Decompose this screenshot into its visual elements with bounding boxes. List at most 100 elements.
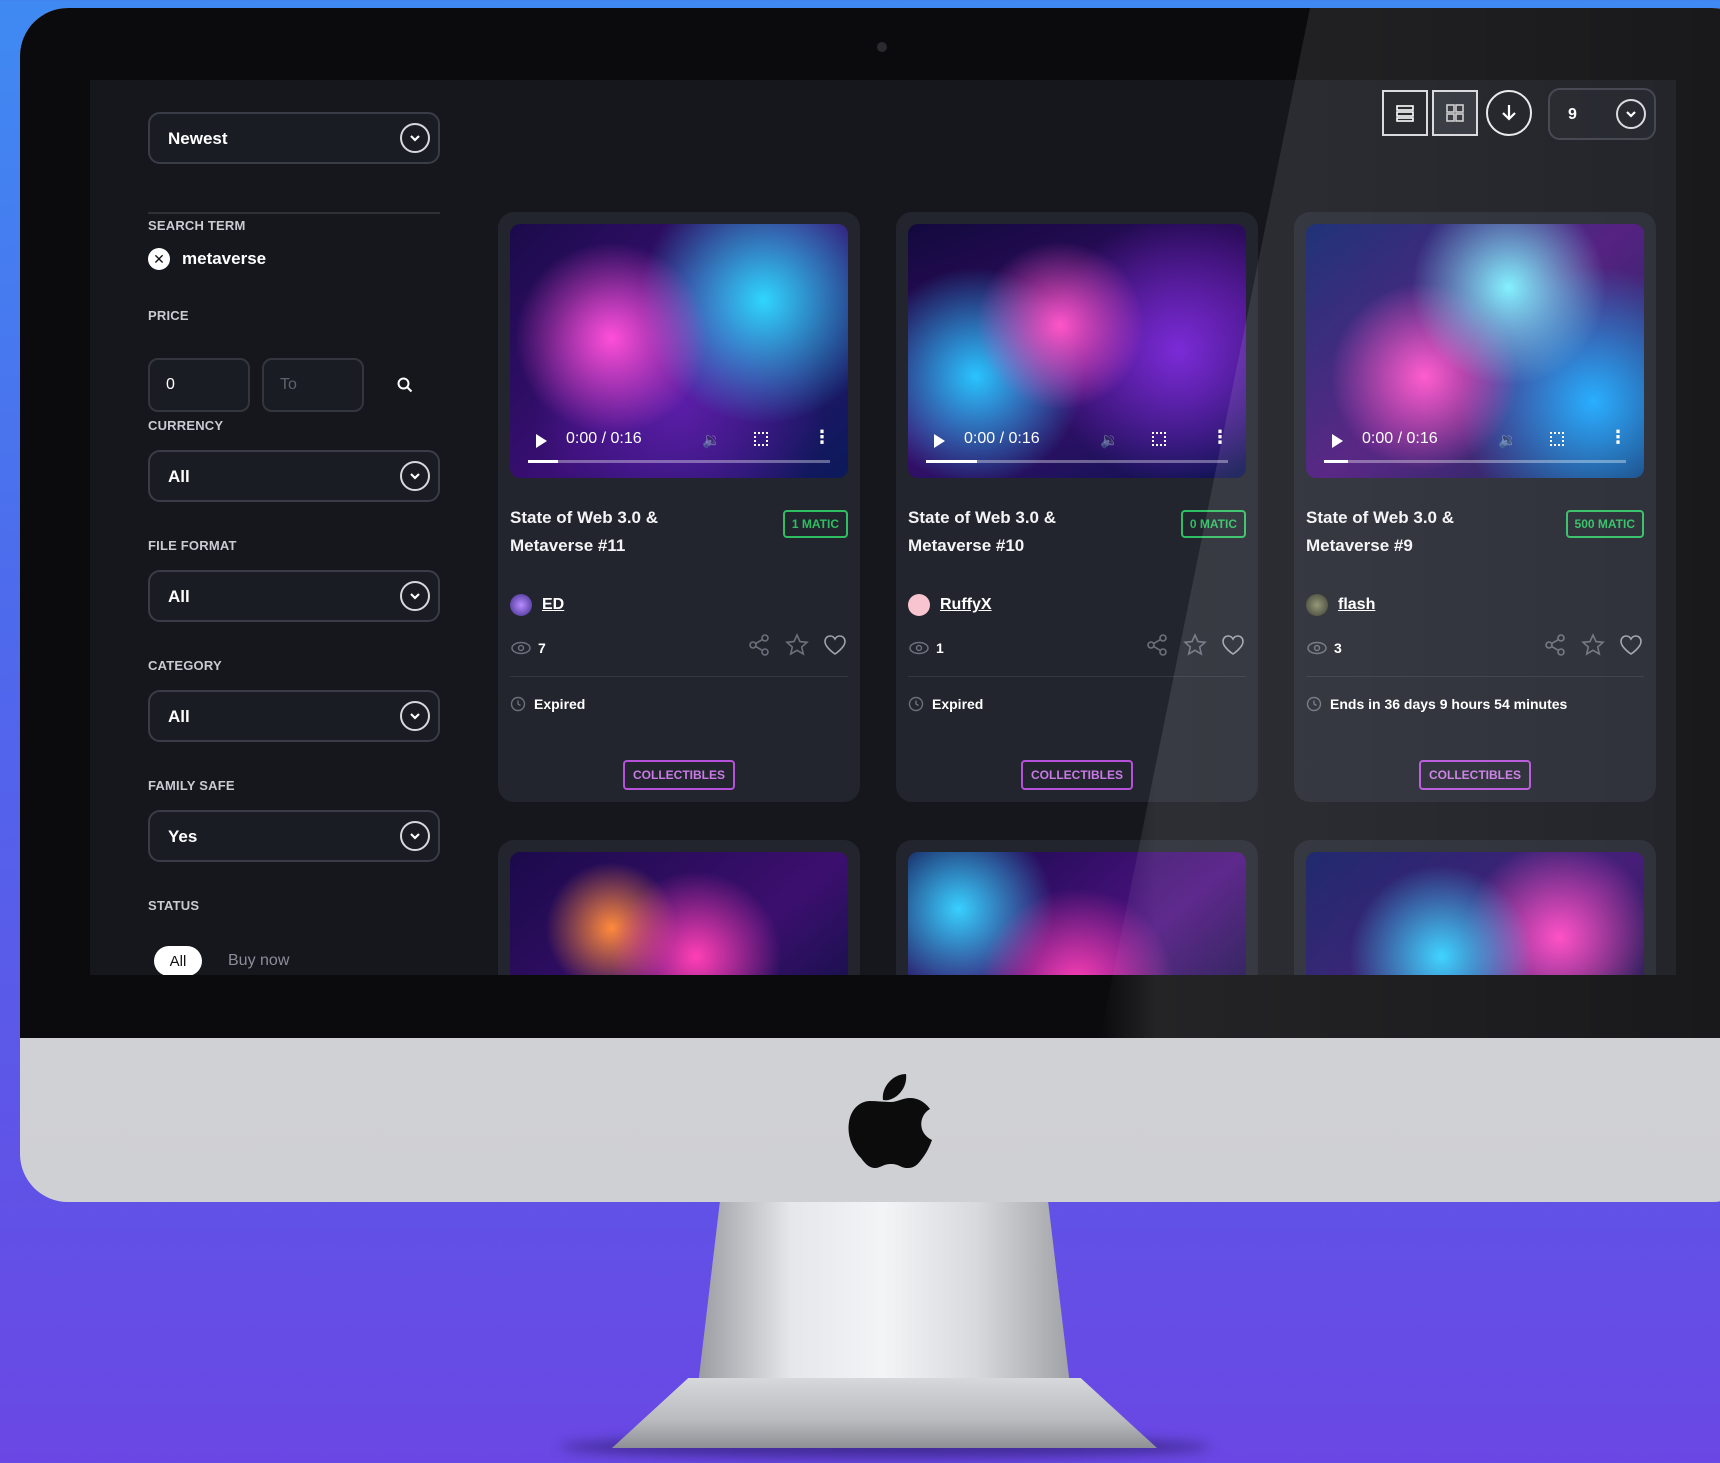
play-icon[interactable]	[934, 434, 945, 448]
fullscreen-icon[interactable]	[1152, 432, 1166, 446]
views-value: 7	[538, 640, 546, 656]
creator-name[interactable]: RuffyX	[940, 596, 992, 614]
video-progress[interactable]	[926, 460, 1228, 463]
avatar	[1306, 594, 1328, 616]
nft-card[interactable]	[896, 840, 1258, 975]
category-tag[interactable]: COLLECTIBLES	[1021, 760, 1133, 790]
volume-icon[interactable]: 🔉	[702, 431, 721, 449]
card-title[interactable]: State of Web 3.0 & Metaverse #11	[510, 504, 740, 560]
more-options-icon[interactable]: ⋮	[1609, 427, 1627, 448]
more-options-icon[interactable]: ⋮	[1211, 427, 1229, 448]
monitor-stand-base	[612, 1378, 1157, 1448]
video-thumbnail[interactable]: 0:00 / 0:16 🔉 ⋮	[1306, 224, 1644, 478]
video-controls: 0:00 / 0:16 🔉 ⋮	[510, 418, 848, 478]
apple-logo-icon	[848, 1074, 932, 1168]
nft-card[interactable]: 0:00 / 0:16 🔉 ⋮ State of Web 3.0 & Metav…	[1294, 212, 1656, 802]
divider	[510, 676, 848, 677]
price-from-input[interactable]: 0	[148, 358, 250, 412]
creator-name[interactable]: ED	[542, 596, 564, 614]
video-thumbnail[interactable]	[908, 852, 1246, 975]
card-title[interactable]: State of Web 3.0 & Metaverse #10	[908, 504, 1138, 560]
sort-select[interactable]: Newest	[148, 112, 440, 164]
video-thumbnail[interactable]	[510, 852, 848, 975]
star-icon[interactable]	[784, 632, 810, 658]
price-to-input[interactable]: To	[262, 358, 364, 412]
video-controls: 0:00 / 0:16 🔉 ⋮	[1306, 418, 1644, 478]
video-thumbnail[interactable]: 0:00 / 0:16 🔉 ⋮	[908, 224, 1246, 478]
status-option-all[interactable]: All	[154, 946, 202, 975]
heart-icon[interactable]	[1618, 632, 1644, 658]
auction-status: Ends in 36 days 9 hours 54 minutes	[1306, 696, 1567, 712]
download-button[interactable]	[1486, 90, 1532, 136]
status-option-buy-now[interactable]: Buy now	[228, 952, 289, 970]
filter-sidebar: Newest SEARCH TERM ✕ metaverse PRICE 0 T…	[90, 80, 470, 975]
video-progress[interactable]	[528, 460, 830, 463]
search-term-chip: ✕ metaverse	[148, 248, 266, 270]
video-progress[interactable]	[1324, 460, 1626, 463]
heart-icon[interactable]	[1220, 632, 1246, 658]
family-safe-select[interactable]: Yes	[148, 810, 440, 862]
search-term-value: metaverse	[182, 249, 267, 268]
nft-card[interactable]: 0:00 / 0:16 🔉 ⋮ State of Web 3.0 & Metav…	[498, 212, 860, 802]
share-icon[interactable]	[1542, 632, 1568, 658]
star-icon[interactable]	[1580, 632, 1606, 658]
price-label: PRICE	[148, 308, 189, 323]
search-icon[interactable]	[396, 376, 414, 394]
share-icon[interactable]	[746, 632, 772, 658]
video-progress-fill	[926, 460, 978, 463]
creator[interactable]: ED	[510, 594, 564, 616]
currency-value: All	[168, 467, 190, 486]
card-actions	[746, 632, 848, 658]
volume-icon[interactable]: 🔉	[1100, 431, 1119, 449]
category-value: All	[168, 707, 190, 726]
card-title[interactable]: State of Web 3.0 & Metaverse #9	[1306, 504, 1536, 560]
sort-value: Newest	[168, 129, 228, 148]
category-tag[interactable]: COLLECTIBLES	[623, 760, 735, 790]
views-value: 1	[936, 640, 944, 656]
view-count: 1	[908, 640, 944, 656]
card-actions	[1144, 632, 1246, 658]
file-format-select[interactable]: All	[148, 570, 440, 622]
video-time: 0:00 / 0:16	[964, 430, 1040, 447]
price-badge: 1 MATIC	[782, 510, 848, 538]
file-format-value: All	[168, 587, 190, 606]
per-page-select[interactable]: 9	[1548, 88, 1656, 140]
price-from-value: 0	[166, 376, 175, 393]
family-safe-value: Yes	[168, 827, 198, 846]
play-icon[interactable]	[1332, 434, 1343, 448]
creator[interactable]: flash	[1306, 594, 1375, 616]
view-count: 7	[510, 640, 546, 656]
creator-name[interactable]: flash	[1338, 596, 1375, 614]
video-thumbnail[interactable]	[1306, 852, 1644, 975]
share-icon[interactable]	[1144, 632, 1170, 658]
avatar	[510, 594, 532, 616]
more-options-icon[interactable]: ⋮	[813, 427, 831, 448]
fullscreen-icon[interactable]	[754, 432, 768, 446]
category-select[interactable]: All	[148, 690, 440, 742]
price-badge: 0 MATIC	[1180, 510, 1246, 538]
volume-icon[interactable]: 🔉	[1498, 431, 1517, 449]
category-tag[interactable]: COLLECTIBLES	[1419, 760, 1531, 790]
screen: Newest SEARCH TERM ✕ metaverse PRICE 0 T…	[90, 80, 1676, 975]
video-progress-fill	[528, 460, 559, 463]
per-page-value: 9	[1568, 106, 1577, 123]
avatar	[908, 594, 930, 616]
creator[interactable]: RuffyX	[908, 594, 992, 616]
remove-term-icon[interactable]: ✕	[148, 248, 170, 270]
price-to-placeholder: To	[280, 376, 297, 393]
video-thumbnail[interactable]: 0:00 / 0:16 🔉 ⋮	[510, 224, 848, 478]
card-actions	[1542, 632, 1644, 658]
grid-view-button[interactable]	[1432, 90, 1478, 136]
fullscreen-icon[interactable]	[1550, 432, 1564, 446]
auction-status: Expired	[510, 696, 585, 712]
nft-card[interactable]	[498, 840, 860, 975]
star-icon[interactable]	[1182, 632, 1208, 658]
list-view-button[interactable]	[1382, 90, 1428, 136]
eye-icon	[1307, 641, 1327, 655]
nft-card[interactable]	[1294, 840, 1656, 975]
heart-icon[interactable]	[822, 632, 848, 658]
nft-card[interactable]: 0:00 / 0:16 🔉 ⋮ State of Web 3.0 & Metav…	[896, 212, 1258, 802]
chevron-down-icon	[400, 581, 430, 611]
currency-select[interactable]: All	[148, 450, 440, 502]
play-icon[interactable]	[536, 434, 547, 448]
